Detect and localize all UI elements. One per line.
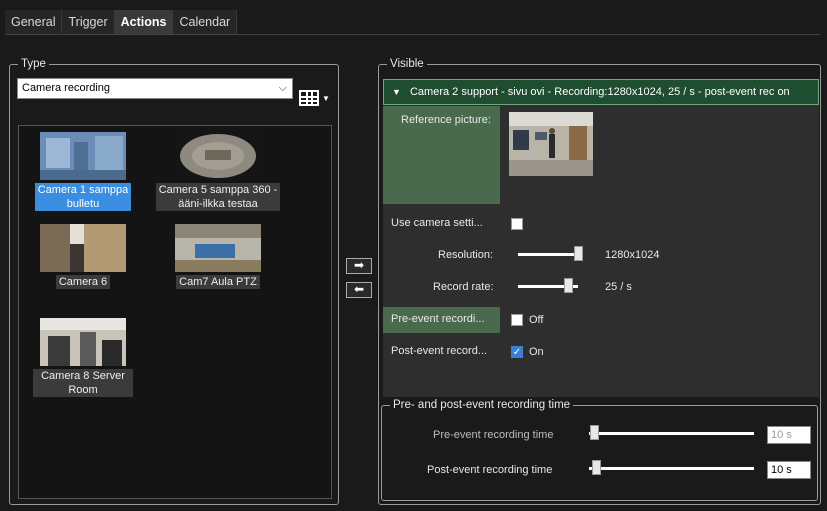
tab-trigger[interactable]: Trigger: [62, 10, 115, 34]
camera-label: Cam7 Aula PTZ: [176, 275, 260, 289]
camera-label-line: ääni-ilkka testaa: [178, 198, 258, 210]
camera-label-line: Camera 1 samppa: [37, 184, 129, 196]
visible-group-title: Visible: [387, 57, 427, 71]
pre-post-group-title: Pre- and post-event recording time: [390, 398, 574, 412]
camera-item[interactable]: Camera 8 Server Room: [33, 318, 133, 397]
camera-item[interactable]: Cam7 Aula PTZ: [150, 224, 286, 289]
chevron-down-icon: ⌵: [278, 82, 287, 94]
camera-label: Camera 6: [55, 275, 111, 289]
camera-thumbnail: [175, 132, 261, 180]
visible-panel: ▼ Camera 2 support - sivu ovi - Recordin…: [383, 79, 819, 397]
arrow-right-icon: ➡: [353, 258, 365, 272]
use-camera-settings-checkbox[interactable]: [511, 218, 523, 230]
use-camera-settings-label: Use camera setti...: [391, 217, 483, 229]
reference-picture: [509, 112, 593, 176]
camera-label: Camera 1 samppa bulletu: [34, 183, 132, 211]
remove-camera-button[interactable]: ⬅: [346, 282, 372, 298]
checkmark-icon: ✓: [512, 347, 522, 358]
post-event-recording-checkbox[interactable]: ✓: [511, 346, 523, 358]
camera-settings-header-text: Camera 2 support - sivu ovi - Recording:…: [409, 86, 790, 98]
resolution-slider[interactable]: [574, 246, 583, 261]
type-group-title: Type: [18, 57, 49, 71]
record-rate-label: Record rate:: [433, 281, 494, 293]
type-dropdown-value: Camera recording: [22, 82, 111, 94]
tab-general[interactable]: General: [5, 10, 63, 34]
pre-event-time-slider[interactable]: [590, 425, 599, 440]
post-event-time-label: Post-event recording time: [427, 464, 553, 476]
camera-list[interactable]: Camera 1 samppa bulletu Camera 5 samppa …: [18, 125, 332, 499]
post-event-time-input[interactable]: 10 s: [767, 461, 811, 479]
view-layout-button[interactable]: ▼: [299, 88, 333, 108]
post-event-time-slider[interactable]: [592, 460, 601, 475]
tab-actions[interactable]: Actions: [114, 10, 174, 34]
camera-thumbnail: [40, 132, 126, 180]
camera-thumbnail: [40, 318, 126, 366]
post-event-recording-label: Post-event record...: [391, 345, 487, 357]
add-camera-button[interactable]: ➡: [346, 258, 372, 274]
camera-settings-header[interactable]: ▼ Camera 2 support - sivu ovi - Recordin…: [383, 79, 819, 105]
pre-event-recording-label: Pre-event recordi...: [391, 313, 485, 325]
reference-picture-label: Reference picture:: [401, 114, 491, 126]
pre-event-recording-checkbox[interactable]: [511, 314, 523, 326]
camera-label-line: Camera 5 samppa 360 -: [158, 184, 278, 196]
camera-label: Camera 5 samppa 360 - ääni-ilkka testaa: [155, 183, 281, 211]
arrow-left-icon: ⬅: [353, 282, 365, 296]
post-event-recording-state: On: [529, 346, 544, 358]
post-event-time-track: [589, 467, 754, 470]
record-rate-value: 25 / s: [605, 281, 632, 293]
type-group: Type Camera recording ⌵ ▼ Camera 1 sampp…: [9, 57, 339, 505]
caret-down-icon: ▼: [322, 93, 330, 103]
pre-event-time-track: [589, 432, 754, 435]
expand-triangle-icon: ▼: [392, 87, 401, 97]
pre-event-time-input[interactable]: 10 s: [767, 426, 811, 444]
camera-thumbnail: [175, 224, 261, 272]
type-dropdown[interactable]: Camera recording ⌵: [17, 78, 293, 99]
camera-label-line: bulletu: [66, 198, 100, 210]
camera-thumbnail: [40, 224, 126, 272]
pre-event-recording-state: Off: [529, 314, 544, 326]
resolution-label: Resolution:: [438, 249, 494, 261]
pre-event-time-label: Pre-event recording time: [433, 429, 554, 441]
camera-item[interactable]: Camera 5 samppa 360 - ääni-ilkka testaa: [150, 132, 286, 211]
resolution-value: 1280x1024: [605, 249, 660, 261]
grid-layout-icon: [299, 90, 319, 106]
resolution-slider-track: [518, 253, 578, 256]
tab-calendar[interactable]: Calendar: [173, 10, 238, 34]
camera-label: Camera 8 Server Room: [33, 369, 133, 397]
record-rate-slider[interactable]: [564, 278, 573, 293]
tab-bar: General Trigger Actions Calendar: [5, 10, 820, 35]
camera-item[interactable]: Camera 6: [33, 224, 133, 289]
camera-item[interactable]: Camera 1 samppa bulletu: [33, 132, 133, 211]
pre-post-recording-group: Pre- and post-event recording time Pre-e…: [381, 398, 818, 501]
